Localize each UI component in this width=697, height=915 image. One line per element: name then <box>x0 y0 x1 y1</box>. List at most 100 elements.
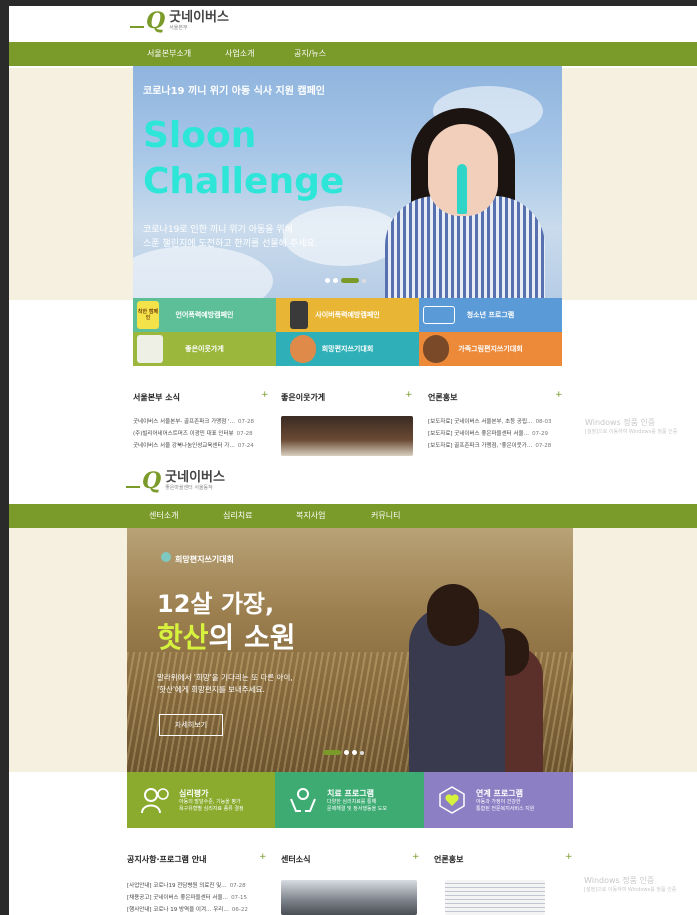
hero-caption: 코로나19 끼니 위기 아동 식사 지원 캠페인 <box>143 86 326 97</box>
list-item[interactable]: (주)빌리어네어스트머즈 이광민 대표 인터뷰 07-28 <box>133 428 269 440</box>
megaphone-icon <box>423 306 455 324</box>
tile-label: 희망편지쓰기대회 <box>321 345 374 353</box>
windows-activation-watermark: Windows 정품 인증 [설정]으로 이동하여 Windows를 정품 인증 <box>585 418 678 435</box>
logo-mark-icon: Q <box>146 8 166 34</box>
logo-name: 굿네이버스 <box>165 470 225 485</box>
nav-item-center[interactable]: 센터소개 <box>149 510 178 521</box>
windows-activation-watermark: Windows 정품 인증 [설정]으로 이동하여 Windows를 정품 인증 <box>584 876 677 893</box>
hero-title-line2: 핫산의 소원 <box>157 621 296 654</box>
main-nav: 서울본부소개 사업소개 공지/뉴스 <box>9 42 697 66</box>
tile-youth-program[interactable]: 청소년 프로그램 <box>419 298 562 332</box>
shop-more-icon[interactable]: + <box>405 390 413 400</box>
list-item[interactable]: [보도자료] 굿네이버스 서울본부, 초등 공립… 08-03 <box>428 416 566 428</box>
nav-item-community[interactable]: 커뮤니티 <box>371 510 400 521</box>
campaign-tiles: 착한 캠페인 언어폭력예방캠페인 사이버폭력예방캠페인 청소년 프로그램 좋은이… <box>133 298 562 366</box>
hero-desc-line2: 스푼 챌린지에 도전하고 한끼를 선물해 주세요. <box>143 239 318 249</box>
nav-item-welfare[interactable]: 복지사업 <box>296 510 325 521</box>
hero-more-button[interactable]: 자세히보기 <box>159 714 223 736</box>
center-news-thumbnail[interactable] <box>281 880 417 915</box>
logo-underline <box>126 486 140 488</box>
cloud <box>133 246 273 298</box>
section-title-notice: 공지사항·프로그램 안내 <box>127 855 207 864</box>
section-title-press: 언론홍보 <box>428 393 458 402</box>
child-photo-front-head <box>427 584 479 646</box>
site-seoul-headquarters: Q 굿네이버스 서울본부 서울본부소개 사업소개 공지/뉴스 코로나19 끼니 … <box>9 6 697 470</box>
hero-title-line1: Sloon <box>143 115 257 156</box>
service-title: 연계 프로그램 <box>476 788 523 798</box>
list-item[interactable]: [사업안내] 코로나19 전담병원 의료진 및… 07-28 <box>127 880 267 892</box>
news-more-icon[interactable]: + <box>261 390 269 400</box>
hero-desc-line1: 말라위에서 '희망'을 기다리는 또 다른 아이, <box>157 673 293 682</box>
spoon-icon <box>457 164 467 214</box>
tile-label: 사이버폭력예방캠페인 <box>315 311 380 319</box>
tile-family-letter[interactable]: 가족그림편지쓰기대회 <box>419 332 562 366</box>
child-icon <box>290 335 316 363</box>
hero-banner[interactable]: 코로나19 끼니 위기 아동 식사 지원 캠페인 Sloon Challenge… <box>133 66 562 298</box>
letter-contest-icon <box>161 552 171 562</box>
hero-desc-line1: 코로나19로 인한 끼니 위기 아동을 위해 <box>143 225 293 235</box>
section-title-center-news: 센터소식 <box>281 855 311 864</box>
nav-item-news[interactable]: 공지/뉴스 <box>294 48 326 59</box>
service-desc: 아동과 가정이 건강한 <box>476 798 521 805</box>
tile-label: 언어폭력예방캠페인 <box>175 311 234 319</box>
hero-caption: 희망편지쓰기대회 <box>175 555 234 564</box>
press-list: [보도자료] 굿네이버스 서울본부, 초등 공립… 08-03 [보도자료] 굿네… <box>428 416 566 452</box>
service-desc: 문제해결 및 정서행동을 도모 <box>327 805 387 812</box>
press-more-icon[interactable]: + <box>565 852 573 862</box>
tile-good-neighbor-shop[interactable]: 좋은이웃가게 <box>133 332 276 366</box>
section-title-news: 서울본부 소식 <box>133 393 180 402</box>
carousel-dots[interactable] <box>323 750 367 755</box>
list-item[interactable]: [보도자료] 굿네이버스 좋은마을센터 서울… 07-29 <box>428 428 566 440</box>
logo-underline <box>130 26 144 28</box>
list-item[interactable]: 굿네이버스 서울본부- 골프존파크 가맹점 '… 07-28 <box>133 416 269 428</box>
center-news-more-icon[interactable]: + <box>412 852 420 862</box>
shop-thumbnail[interactable] <box>281 416 413 456</box>
notice-more-icon[interactable]: + <box>259 852 267 862</box>
service-title: 치료 프로그램 <box>327 788 374 798</box>
service-linkage[interactable]: 연계 프로그램 아동과 가정이 건강한 통합된 전문복지서비스 지원 <box>424 772 573 828</box>
logo-subtitle: 서울본부 <box>169 25 188 31</box>
tile-label: 청소년 프로그램 <box>466 311 515 319</box>
hero-title-line2: Challenge <box>143 161 345 202</box>
carousel-dots[interactable] <box>325 278 369 283</box>
section-title-shop: 좋은이웃가게 <box>281 393 326 402</box>
service-desc: 욕구유형별 심리지료 종류 결정 <box>179 805 244 812</box>
logo-name: 굿네이버스 <box>169 10 229 25</box>
main-nav: 센터소개 심리치료 복지사업 커뮤니티 <box>9 504 697 528</box>
list-item[interactable]: [보도자료] 골프존파크 가맹점, '좋은이웃가… 07-28 <box>428 440 566 452</box>
tile-hope-letter[interactable]: 희망편지쓰기대회 <box>276 332 419 366</box>
press-thumbnail[interactable] <box>445 880 545 915</box>
service-title: 심리평가 <box>179 788 209 798</box>
campaign-badge-icon: 착한 캠페인 <box>137 301 159 329</box>
tile-verbal-violence[interactable]: 착한 캠페인 언어폭력예방캠페인 <box>133 298 276 332</box>
service-therapy[interactable]: 치료 프로그램 다양한 심리치료를 통해 문제해결 및 정서행동을 도모 <box>275 772 424 828</box>
news-list: 굿네이버스 서울본부- 골프존파크 가맹점 '… 07-28 (주)빌리어네어스트… <box>133 416 269 452</box>
notice-list: [사업안내] 코로나19 전담병원 의료진 및… 07-28 [채용공고] 굿네이… <box>127 880 267 915</box>
hands-icon <box>287 784 319 816</box>
hero-banner[interactable]: 희망편지쓰기대회 12살 가장, 핫산의 소원 말라위에서 '희망'을 기다리는… <box>127 528 573 772</box>
hero-desc-line2: '핫산'에게 희망편지를 보내주세요. <box>157 685 265 694</box>
tile-label: 좋은이웃가게 <box>185 345 224 353</box>
site-community-center: Q 굿네이버스 좋은마을센터 서울동작 센터소개 심리치료 복지사업 커뮤니티 … <box>9 470 697 915</box>
list-item[interactable]: [행사안내] 코로나 19 방역을 이겨… 우리… 06-22 <box>127 904 267 915</box>
assessment-icon <box>139 784 171 816</box>
nav-item-about[interactable]: 서울본부소개 <box>147 48 191 59</box>
nav-item-therapy[interactable]: 심리치료 <box>223 510 252 521</box>
logo[interactable]: Q 굿네이버스 서울본부 <box>130 10 229 32</box>
heart-network-icon <box>436 784 468 816</box>
nav-item-business[interactable]: 사업소개 <box>225 48 254 59</box>
press-more-icon[interactable]: + <box>555 390 563 400</box>
service-desc: 다양한 심리치료를 통해 <box>327 798 377 805</box>
logo[interactable]: Q 굿네이버스 좋은마을센터 서울동작 <box>126 470 225 492</box>
service-desc: 통합된 전문복지서비스 지원 <box>476 805 535 812</box>
tile-label: 가족그림편지쓰기대회 <box>458 345 523 353</box>
hero-title-line1: 12살 가장, <box>157 590 275 618</box>
shop-icon <box>137 335 163 363</box>
list-item[interactable]: [채용공고] 굿네이버스 좋은마을센터 서울… 07-15 <box>127 892 267 904</box>
service-assessment[interactable]: 심리평가 아동의 발달수준, 기능을 평가 욕구유형별 심리지료 종류 결정 <box>127 772 275 828</box>
phone-icon <box>290 301 308 329</box>
logo-mark-icon: Q <box>142 470 162 494</box>
family-icon <box>423 335 449 363</box>
list-item[interactable]: 굿네이버스 서울 강북나눔인성교육센터 가… 07-24 <box>133 440 269 452</box>
tile-cyber-violence[interactable]: 사이버폭력예방캠페인 <box>276 298 419 332</box>
